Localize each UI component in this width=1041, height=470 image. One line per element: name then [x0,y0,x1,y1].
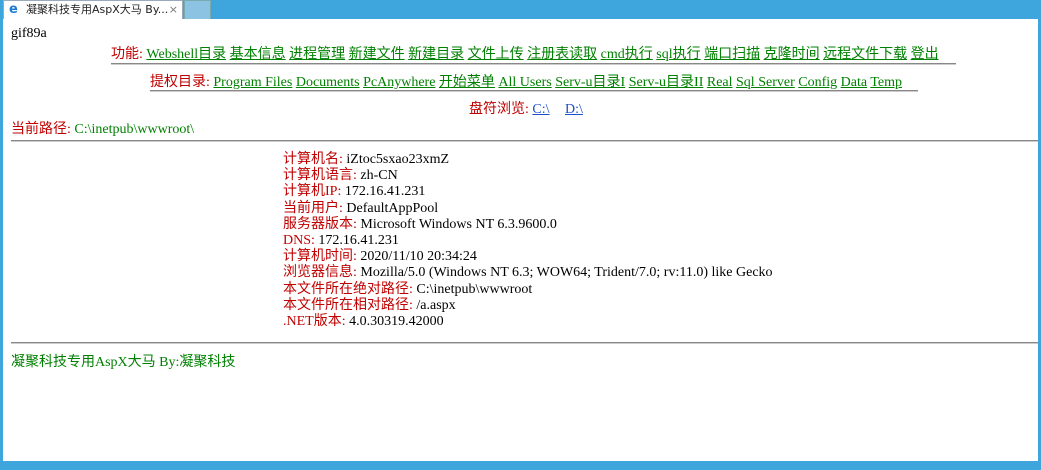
function-link[interactable]: 注册表读取 [527,47,597,62]
info-row: .NET版本: 4.0.30319.42000 [283,314,773,330]
info-label: 计算机时间: [283,249,357,265]
info-row: 计算机名: iZtoc5sxao23xmZ [283,152,773,168]
drives-label: 盘符浏览: [469,102,529,117]
info-row: 计算机时间: 2020/11/10 20:34:24 [283,249,773,265]
info-label: 本文件所在绝对路径: [283,281,413,297]
drive-browser: 盘符浏览: C:\ D:\ [469,98,583,118]
info-row: 计算机语言: zh-CN [283,168,773,184]
privesc-link[interactable]: PcAnywhere [363,75,435,90]
info-value: 2020/11/10 20:34:24 [360,249,477,265]
privesc-link[interactable]: Real [707,75,733,90]
info-label: DNS: [283,233,315,249]
info-value: zh-CN [360,168,398,184]
function-link[interactable]: 端口扫描 [704,47,760,62]
info-row: 计算机IP: 172.16.41.231 [283,184,773,200]
privesc-label: 提权目录: [150,75,210,90]
info-label: 计算机语言: [283,168,357,184]
privesc-link[interactable]: 开始菜单 [439,75,495,90]
info-label: .NET版本: [283,314,346,330]
function-label: 功能: [111,47,143,62]
privesc-link[interactable]: Temp [870,75,902,90]
function-link[interactable]: 新建目录 [408,47,464,62]
info-value: Microsoft Windows NT 6.3.9600.0 [360,216,557,232]
info-row: 当前用户: DefaultAppPool [283,201,773,217]
ie-icon: e [9,2,18,17]
function-link[interactable]: 文件上传 [468,47,524,62]
footer-text: 凝聚科技专用AspX大马 By:凝聚科技 [11,355,236,370]
info-value: C:\inetpub\wwwroot [416,281,533,297]
privesc-link[interactable]: All Users [498,75,551,90]
privesc-link[interactable]: Config [798,75,837,90]
info-label: 服务器版本: [283,216,357,232]
privesc-menu: 提权目录: Program Files Documents PcAnywhere… [150,71,902,91]
info-label: 当前用户: [283,200,343,216]
privesc-link[interactable]: Documents [296,75,360,90]
divider [11,140,1038,142]
new-tab-button[interactable] [184,0,211,21]
info-label: 本文件所在相对路径: [283,297,413,313]
info-value: /a.aspx [416,297,456,313]
info-label: 计算机名: [283,152,343,167]
function-link[interactable]: 基本信息 [230,47,286,62]
current-path: 当前路径: C:\inetpub\wwwroot\ [11,118,194,138]
function-menu: 功能: Webshell目录 基本信息 进程管理 新建文件 新建目录 文件上传 … [111,43,939,63]
privesc-link[interactable]: Sql Server [736,75,795,90]
divider [150,90,918,92]
info-value: 4.0.30319.42000 [349,314,444,330]
divider [111,63,956,65]
info-row: DNS: 172.16.41.231 [283,233,773,249]
info-label: 计算机IP: [283,184,342,200]
info-row: 本文件所在绝对路径: C:\inetpub\wwwroot [283,282,773,298]
current-path-label: 当前路径: [11,122,71,137]
browser-tab-bar: e 凝聚科技专用AspX大马 By... × [0,0,1041,21]
function-link[interactable]: cmd执行 [601,47,653,62]
function-link[interactable]: 进程管理 [289,47,345,62]
privesc-link[interactable]: Serv-u目录II [629,75,704,90]
function-link[interactable]: sql执行 [656,47,700,62]
divider [11,342,1038,344]
privesc-link[interactable]: Program Files [213,75,292,90]
system-info: 计算机名: iZtoc5sxao23xmZ 计算机语言: zh-CN 计算机IP: … [283,152,773,330]
drive-link[interactable]: D:\ [565,102,583,117]
function-link[interactable]: 克隆时间 [764,47,820,62]
function-link[interactable]: 新建文件 [349,47,405,62]
info-value: 172.16.41.231 [344,184,426,200]
close-icon[interactable]: × [169,1,178,19]
page-content: gif89a 功能: Webshell目录 基本信息 进程管理 新建文件 新建目… [3,19,1038,461]
info-row: 服务器版本: Microsoft Windows NT 6.3.9600.0 [283,217,773,233]
tab-title: 凝聚科技专用AspX大马 By... [26,3,169,16]
privesc-link[interactable]: Data [841,75,867,90]
header-text: gif89a [11,26,47,41]
info-label: 浏览器信息: [283,265,357,281]
info-value: 172.16.41.231 [318,233,399,249]
current-path-value: C:\inetpub\wwwroot\ [74,122,195,137]
info-row: 浏览器信息: Mozilla/5.0 (Windows NT 6.3; WOW6… [283,265,773,281]
function-link[interactable]: 登出 [911,47,939,62]
info-value: iZtoc5sxao23xmZ [346,152,450,167]
privesc-link[interactable]: Serv-u目录I [555,75,625,90]
info-row: 本文件所在相对路径: /a.aspx [283,298,773,314]
info-value: Mozilla/5.0 (Windows NT 6.3; WOW64; Trid… [360,265,773,281]
browser-tab[interactable]: e 凝聚科技专用AspX大马 By... × [3,0,183,19]
drive-link[interactable]: C:\ [532,102,549,117]
function-link[interactable]: Webshell目录 [146,47,226,62]
function-link[interactable]: 远程文件下载 [823,47,907,62]
info-value: DefaultAppPool [346,200,439,216]
